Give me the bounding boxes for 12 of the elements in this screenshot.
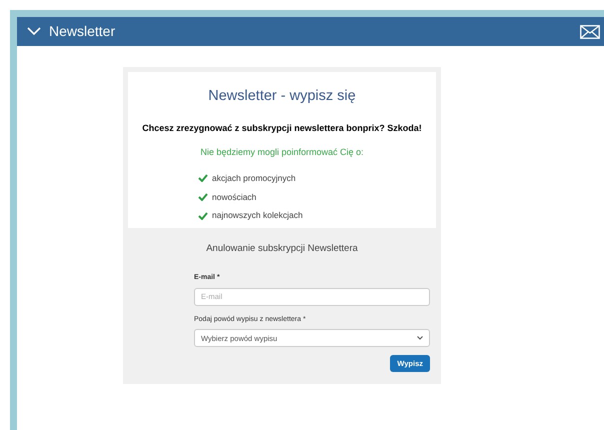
question-text: Chcesz zrezygnować z subskrypcji newslettera bonprix? Szkoda! xyxy=(142,122,422,135)
panel-header[interactable]: Newsletter xyxy=(17,17,604,46)
envelope-icon[interactable] xyxy=(580,24,600,38)
form-title: Anulowanie subskrypcji Newslettera xyxy=(206,242,358,256)
benefit-text: akcjach promocyjnych xyxy=(212,172,296,184)
benefit-text: najnowszych kolekcjach xyxy=(212,209,303,222)
caret-icon xyxy=(417,336,423,340)
notice-text: Nie będziemy mogli poinformować Cię o: xyxy=(200,146,364,160)
panel-title: Newsletter xyxy=(49,22,116,41)
check-icon xyxy=(198,212,208,220)
benefit-text: nowościach xyxy=(212,190,256,204)
card-heading: Newsletter - wypisz się xyxy=(208,87,356,106)
